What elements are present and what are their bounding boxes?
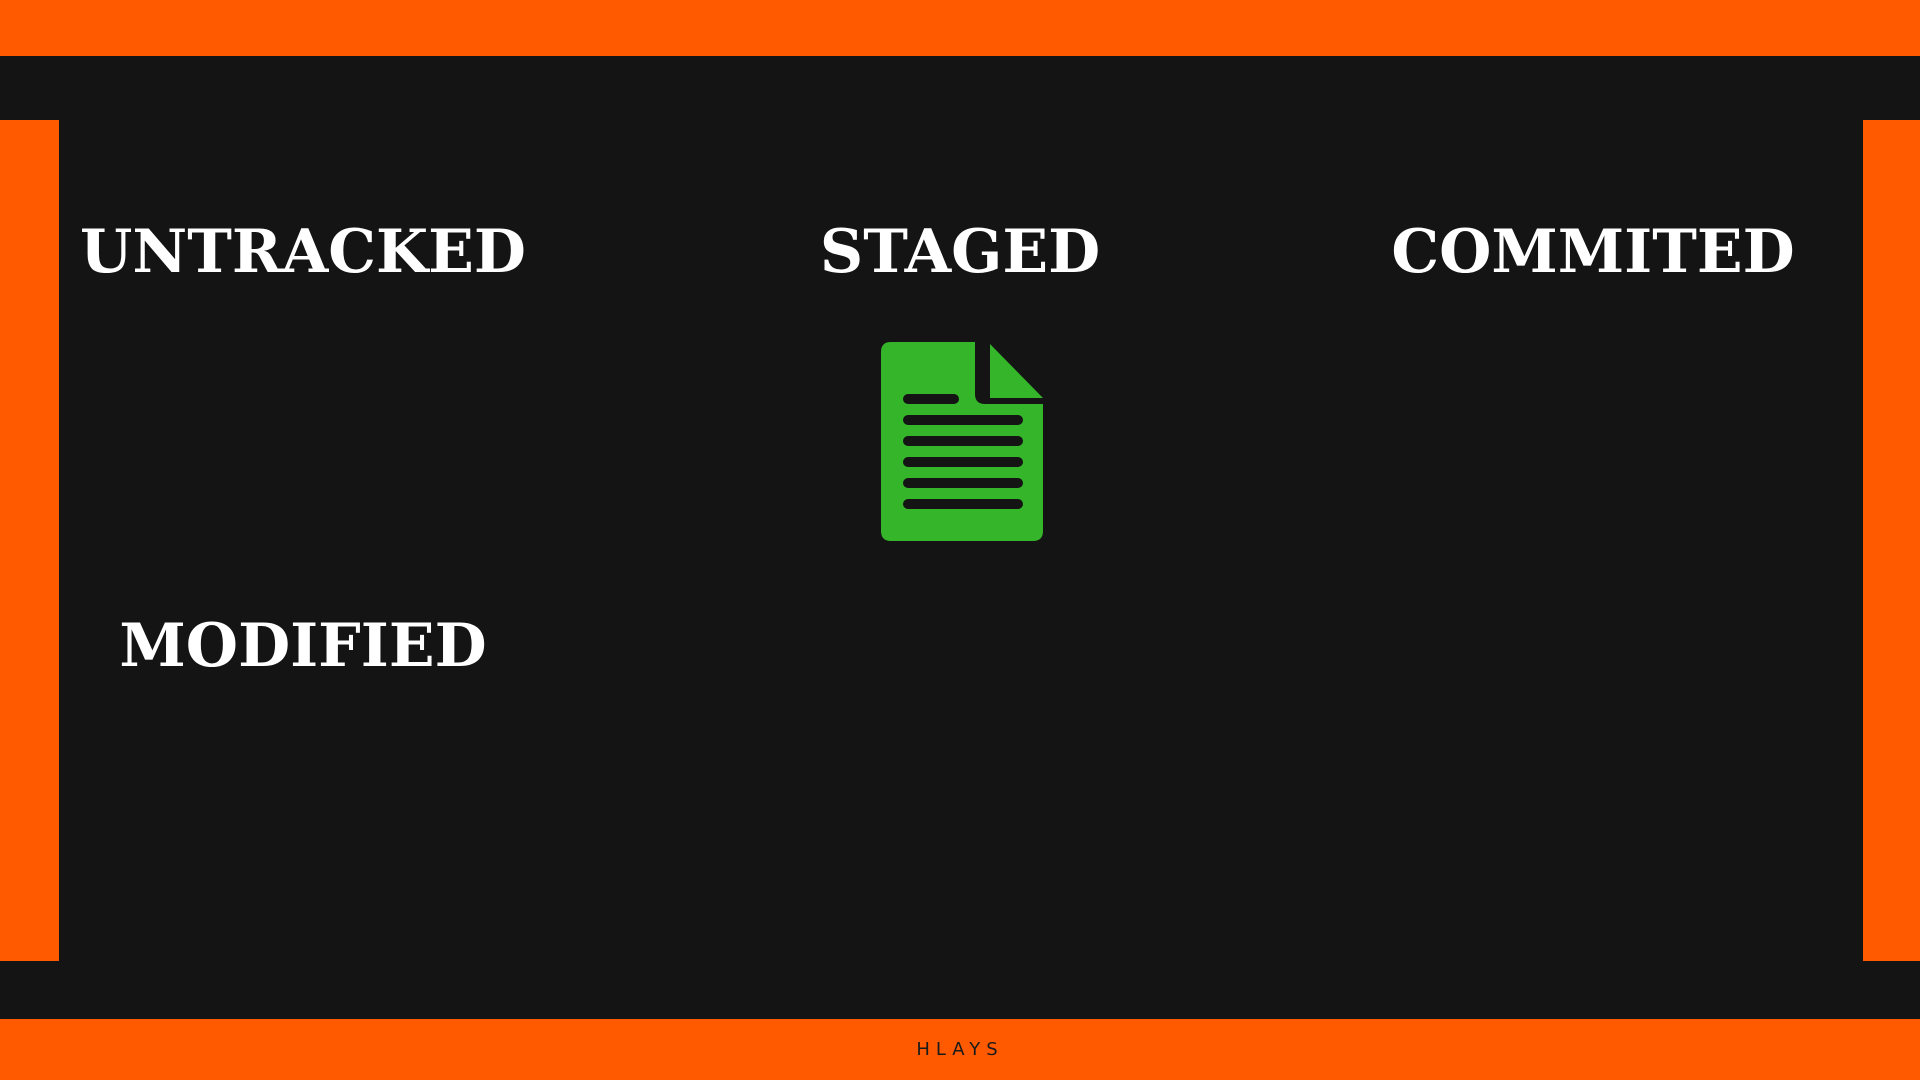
document-icon bbox=[881, 342, 1043, 541]
modified-label: MODIFIED bbox=[119, 611, 487, 681]
right-border-bar bbox=[1863, 120, 1920, 961]
git-states-slide: UNTRACKED STAGED COMMITED MODIFIED HLAYS bbox=[0, 0, 1920, 1080]
staged-label: STAGED bbox=[819, 217, 1101, 287]
untracked-label: UNTRACKED bbox=[80, 217, 526, 287]
top-border-bar bbox=[0, 0, 1920, 56]
commited-label: COMMITED bbox=[1391, 217, 1795, 287]
left-border-bar bbox=[0, 120, 59, 961]
brand-footer: HLAYS bbox=[916, 1039, 1004, 1060]
